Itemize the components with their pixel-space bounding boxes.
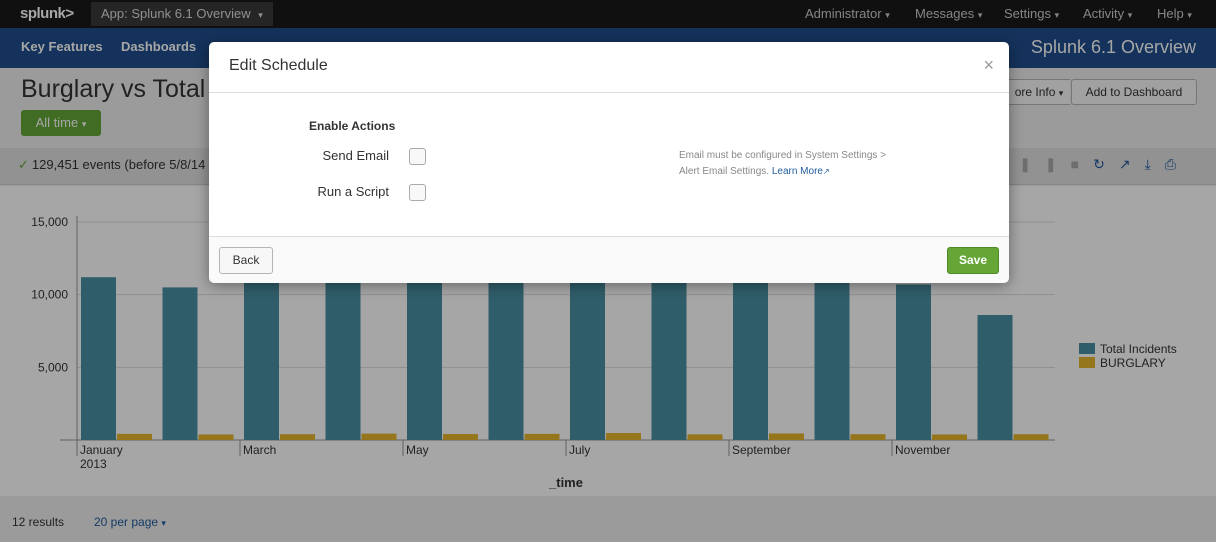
email-help-text: Email must be configured in System Setti… [679, 148, 886, 180]
send-email-label: Send Email [322, 148, 389, 163]
help-line-2: Alert Email Settings. Learn More↗ [679, 164, 886, 180]
save-button[interactable]: Save [947, 247, 999, 274]
help-line-1: Email must be configured in System Setti… [679, 150, 887, 161]
close-icon[interactable]: × [983, 55, 994, 76]
edit-schedule-dialog: Edit Schedule × Enable Actions Send Emai… [209, 42, 1009, 283]
run-script-checkbox[interactable] [409, 184, 426, 201]
learn-more-link[interactable]: Learn More↗ [772, 166, 830, 177]
dialog-title: Edit Schedule [229, 57, 328, 74]
dialog-footer: Back Save [209, 236, 1009, 283]
run-script-label: Run a Script [317, 184, 389, 199]
learn-more-label: Learn More [771, 166, 823, 177]
send-email-checkbox[interactable] [409, 148, 426, 165]
back-button[interactable]: Back [219, 247, 273, 274]
dialog-body: Enable Actions Send Email Run a Script E… [209, 93, 1009, 236]
dialog-header: Edit Schedule × [209, 42, 1009, 93]
help-line-2-text: Alert Email Settings. [679, 166, 770, 177]
external-link-icon: ↗ [822, 167, 830, 176]
enable-actions-label: Enable Actions [309, 119, 396, 133]
